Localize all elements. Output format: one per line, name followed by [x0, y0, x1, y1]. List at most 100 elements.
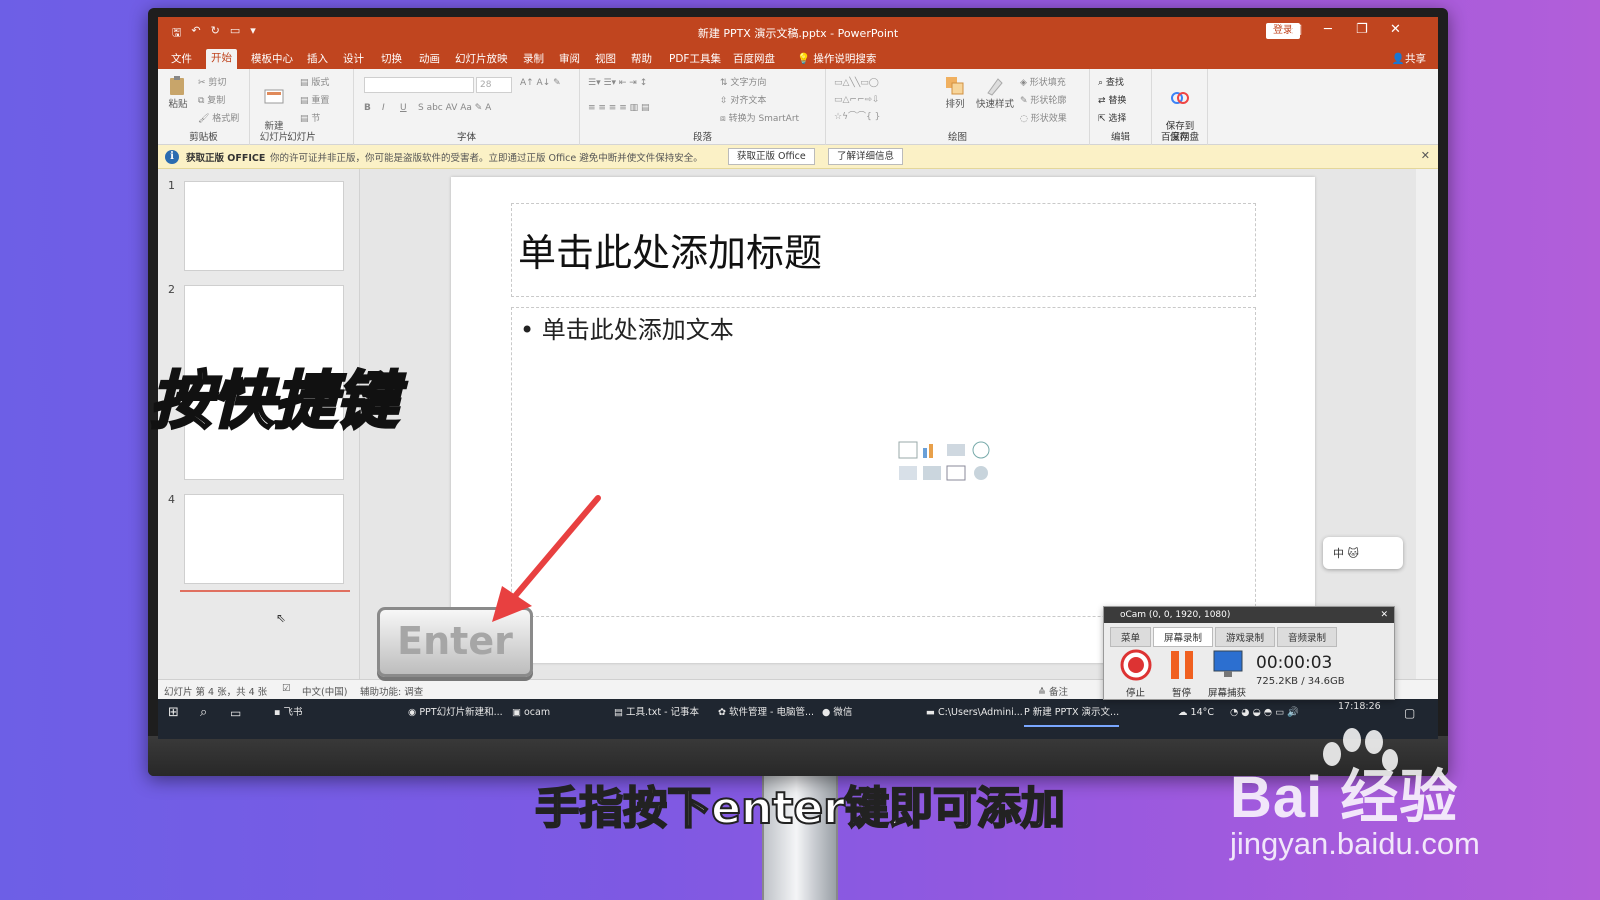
tab-insert[interactable]: 插入 — [302, 50, 333, 67]
taskbar-powerpoint[interactable]: P 新建 PPTX 演示文... — [1024, 699, 1120, 727]
ocam-tab-menu[interactable]: 菜单 — [1110, 627, 1152, 647]
tab-baidu-netdisk[interactable]: 百度网盘 — [728, 50, 780, 67]
ocam-tab-screen[interactable]: 屏幕录制 — [1153, 627, 1214, 647]
italic-button[interactable]: I — [382, 103, 385, 113]
learn-more-button[interactable]: 了解详细信息 — [828, 148, 904, 165]
group-label: 绘图 — [947, 132, 967, 143]
shape-fill-button[interactable]: ◈ 形状填充 — [1020, 75, 1066, 88]
tab-help[interactable]: 帮助 — [626, 50, 657, 67]
ribbon-display-icon[interactable]: ▣ — [1290, 22, 1302, 37]
notes-button[interactable]: ≙ 备注 — [1038, 684, 1068, 698]
align-text-button[interactable]: ⇳ 对齐文本 — [720, 93, 766, 106]
tell-me-search[interactable]: 💡 操作说明搜索 — [792, 50, 881, 67]
tab-home[interactable]: 开始 — [206, 49, 237, 69]
monitor-capture-icon[interactable] — [1212, 649, 1244, 679]
group-label: 保存 — [1169, 132, 1189, 143]
license-infobar: i 获取正版 OFFICE 你的许可证并非正版，你可能是盗版软件的受害者。立即通… — [158, 145, 1438, 169]
find-button[interactable]: ⌕ 查找 — [1098, 75, 1124, 88]
taskbar-notepad[interactable]: ▤ 工具.txt - 记事本 — [614, 699, 699, 727]
tab-view[interactable]: 视图 — [590, 50, 621, 67]
group-paragraph: ☰▾ ☰▾ ⇤ ⇥ ↕ ⇅ 文字方向 ⇳ 对齐文本 ⧈ 转换为 SmartArt… — [580, 69, 826, 145]
stop-record-icon[interactable] — [1120, 649, 1152, 681]
smartart-button[interactable]: ⧈ 转换为 SmartArt — [720, 111, 799, 124]
thumbnail-number: 1 — [168, 179, 175, 192]
bold-button[interactable]: B — [364, 103, 371, 113]
shadow-button[interactable]: S abc AV Aa ✎ A — [418, 103, 491, 113]
tab-template-center[interactable]: 模板中心 — [246, 50, 298, 67]
quick-styles-icon — [987, 78, 1003, 96]
ocam-tab-audio[interactable]: 音频录制 — [1277, 627, 1338, 647]
slide-counter: 幻灯片 第 4 张，共 4 张 — [164, 687, 268, 698]
paste-button[interactable]: 粘贴 — [164, 75, 192, 110]
shape-outline-button[interactable]: ✎ 形状轮廓 — [1020, 93, 1066, 106]
close-infobar-icon[interactable]: ✕ — [1421, 149, 1430, 162]
font-name-input[interactable] — [364, 77, 474, 93]
cut-button[interactable]: ✂ 剪切 — [198, 75, 226, 88]
taskbar-software-manager[interactable]: ✿ 软件管理 - 电脑管... — [718, 699, 814, 727]
ime-indicator[interactable]: 中 🐱 — [1323, 537, 1403, 569]
recording-timer: 00:00:03 — [1256, 653, 1333, 673]
insertion-marker — [180, 590, 350, 592]
shapes-gallery[interactable]: ▭△╲╲▭◯ ▭△⌐⌐⇨⇩ ☆ϟ⌒⌒{ } — [834, 75, 880, 126]
ocam-tab-game[interactable]: 游戏录制 — [1215, 627, 1276, 647]
content-placeholder-text: • 单击此处添加文本 — [520, 316, 734, 344]
content-placeholder[interactable]: • 单击此处添加文本 — [511, 307, 1256, 617]
group-clipboard: 粘贴 ✂ 剪切 ⧉ 复制 🖌 格式刷 剪贴板 — [158, 69, 250, 145]
layout-button[interactable]: ▤ 版式 — [300, 75, 329, 88]
slide-thumbnail-1[interactable] — [184, 181, 344, 271]
underline-button[interactable]: U — [400, 103, 407, 113]
slide-thumbnail-4[interactable] — [184, 494, 344, 584]
reset-button[interactable]: ▤ 重置 — [300, 93, 329, 106]
copy-button[interactable]: ⧉ 复制 — [198, 93, 225, 106]
tab-review[interactable]: 审阅 — [554, 50, 585, 67]
font-grow-icon[interactable]: A↑ A↓ ✎ — [520, 78, 561, 88]
share-button[interactable]: 👤共享 — [1392, 51, 1426, 66]
task-view-icon[interactable]: ▭ — [230, 699, 241, 727]
title-placeholder[interactable]: 单击此处添加标题 — [511, 203, 1256, 297]
ocam-close-icon[interactable]: ✕ — [1380, 607, 1388, 623]
weather-icon[interactable]: ☁ 14°C — [1178, 699, 1214, 727]
close-icon[interactable]: ✕ — [1390, 22, 1401, 37]
taskbar-explorer[interactable]: ▬ C:\Users\Admini... — [926, 699, 1023, 727]
lightbulb-icon: 💡 — [797, 53, 811, 65]
tab-slideshow[interactable]: 幻灯片放映 — [450, 50, 513, 67]
spellcheck-icon[interactable]: ☑ — [282, 683, 291, 694]
get-genuine-button[interactable]: 获取正版 Office — [728, 148, 815, 165]
ribbon: 粘贴 ✂ 剪切 ⧉ 复制 🖌 格式刷 剪贴板 新建 幻灯片 ▤ 版式 ▤ 重置 … — [158, 69, 1438, 145]
ocam-pause-label: 暂停 — [1172, 688, 1192, 699]
tray-icons[interactable]: ◔ ◕ ◒ ◓ ▭ 🔊 — [1230, 699, 1299, 727]
taskbar-feishu[interactable]: ▪ 飞书 — [274, 699, 302, 727]
tab-file[interactable]: 文件 — [166, 50, 197, 67]
replace-button[interactable]: ⇄ 替换 — [1098, 93, 1126, 106]
language-indicator[interactable]: 中文(中国) — [302, 684, 347, 698]
pause-icon[interactable] — [1168, 649, 1196, 681]
arrange-button[interactable]: 排列 — [940, 75, 970, 110]
select-button[interactable]: ⇱ 选择 — [1098, 111, 1126, 124]
red-arrow-icon — [492, 495, 601, 622]
font-size-input[interactable]: 28 — [476, 77, 512, 93]
infobar-message: 你的许可证并非正版，你可能是盗版软件的受害者。立即通过正版 Office 避免中… — [270, 153, 703, 164]
text-direction-button[interactable]: ⇅ 文字方向 — [720, 75, 766, 88]
search-icon[interactable]: ⌕ — [200, 699, 207, 727]
format-painter-button[interactable]: 🖌 格式刷 — [198, 111, 239, 124]
taskbar-ocam[interactable]: ▣ ocam — [512, 699, 550, 727]
restore-icon[interactable]: ❐ — [1356, 22, 1368, 37]
accessibility-indicator[interactable]: 辅助功能: 调查 — [360, 684, 423, 698]
tab-animations[interactable]: 动画 — [414, 50, 445, 67]
minimize-icon[interactable]: ─ — [1324, 22, 1332, 37]
insert-content-icons[interactable] — [897, 438, 997, 486]
start-icon[interactable]: ⊞ — [168, 699, 179, 727]
tab-pdf-tools[interactable]: PDF工具集 — [664, 50, 726, 67]
notification-icon[interactable]: ▢ — [1404, 699, 1415, 727]
tab-transitions[interactable]: 切换 — [376, 50, 407, 67]
shape-effects-button[interactable]: ◌ 形状效果 — [1020, 111, 1067, 124]
section-button[interactable]: ▤ 节 — [300, 111, 320, 124]
taskbar-chrome[interactable]: ◉ PPT幻灯片新建和... — [408, 699, 503, 727]
tab-record[interactable]: 录制 — [518, 50, 549, 67]
quick-styles-button[interactable]: 快速样式 — [974, 75, 1016, 110]
taskbar-wechat[interactable]: ● 微信 — [822, 699, 852, 727]
align-buttons[interactable]: ≡ ≡ ≡ ≡ ▥ ▤ — [588, 103, 649, 113]
tab-design[interactable]: 设计 — [338, 50, 369, 67]
bullets-button[interactable]: ☰▾ ☰▾ ⇤ ⇥ ↕ — [588, 78, 647, 88]
vertical-scrollbar[interactable] — [1416, 169, 1438, 679]
